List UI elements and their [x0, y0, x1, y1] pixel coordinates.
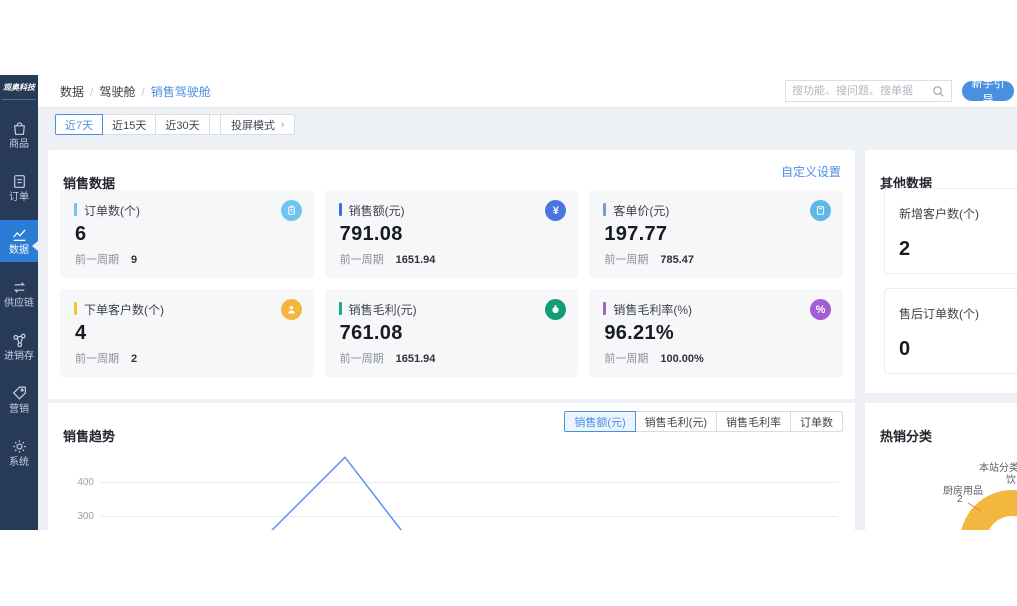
- stat-card-avg-order-value: 客单价(元) 197.77 前一周期 785.47: [589, 190, 843, 278]
- accent-bar: [338, 203, 342, 216]
- search-icon[interactable]: [932, 85, 945, 98]
- breadcrumb-separator: /: [90, 84, 94, 99]
- sidebar-item-marketing[interactable]: 营销: [0, 379, 38, 421]
- sidebar-item-orders[interactable]: 订单: [0, 167, 38, 209]
- sidebar-item-system[interactable]: 系统: [0, 432, 38, 474]
- trend-polyline: [271, 456, 402, 530]
- stat-card-aftersale-orders: 售后订单数(个) 0: [884, 288, 1017, 374]
- screen-cast-mode-button[interactable]: 投屏模式 ›: [220, 114, 296, 135]
- yen-icon: ¥: [545, 200, 567, 221]
- breadcrumb: 数据 / 驾驶舱 / 销售驾驶舱: [60, 75, 211, 108]
- sidebar-item-label: 系统: [9, 457, 29, 468]
- stat-card-new-customers: 新增客户数(个) 2: [884, 188, 1017, 274]
- sidebar: 观奥科技 商品 订单 数据 供应链 进销存 营销 系统: [0, 75, 38, 530]
- sidebar-item-label: 商品: [9, 139, 29, 150]
- newbie-guide-button[interactable]: 新手引导: [962, 78, 1014, 106]
- sidebar-item-supply-chain[interactable]: 供应链: [0, 273, 38, 315]
- goods-bag-icon: [11, 120, 28, 137]
- supply-chain-icon: [11, 279, 28, 296]
- accent-bar: [338, 302, 342, 315]
- tab-metric-sales-amount[interactable]: 销售额(元): [564, 411, 636, 432]
- date-range-toolbar: 近7天 近15天 近30天 自定义日期 投屏模式 ›: [38, 108, 1017, 150]
- percent-icon: %: [810, 299, 831, 320]
- clipboard-icon: [280, 200, 302, 221]
- system-gear-icon: [11, 438, 28, 455]
- accent-bar: [74, 302, 77, 315]
- hot-categories-panel: 热销分类 本站分类 饮 厨房用品 2: [865, 403, 1017, 530]
- sidebar-item-goods[interactable]: 商品: [0, 114, 38, 156]
- accent-bar: [603, 203, 607, 216]
- active-item-notch: [32, 241, 38, 251]
- sidebar-item-label: 供应链: [4, 298, 34, 309]
- search-input[interactable]: [786, 85, 932, 97]
- sales-data-title: 销售数据: [63, 175, 116, 191]
- breadcrumb-data[interactable]: 数据: [60, 83, 84, 100]
- sidebar-item-label: 订单: [9, 192, 29, 203]
- brand-logo: 观奥科技: [2, 75, 36, 100]
- sidebar-item-label: 数据: [9, 245, 29, 256]
- global-search: [785, 80, 952, 102]
- sales-data-panel: 销售数据 自定义设置 订单数(个) 6 前一周期 9 销售额(元) ¥ 791.…: [48, 150, 855, 399]
- other-data-panel: 其他数据 新增客户数(个) 2 售后订单数(个) 0: [865, 150, 1017, 393]
- screenshot-canvas: 观奥科技 商品 订单 数据 供应链 进销存 营销 系统 数据 / 驾驶舱 / 销…: [0, 0, 1017, 606]
- trend-line-chart: [271, 456, 402, 530]
- accent-bar: [74, 203, 77, 216]
- person-icon: [280, 299, 302, 320]
- pie-leader-lines: [967, 482, 1017, 512]
- custom-settings-link[interactable]: 自定义设置: [781, 163, 841, 180]
- tab-last-7-days[interactable]: 近7天: [55, 114, 104, 135]
- stat-card-sales-amount: 销售额(元) ¥ 791.08 前一周期 1651.94: [324, 190, 579, 278]
- sidebar-item-inventory[interactable]: 进销存: [0, 326, 38, 368]
- moneybag-icon: [545, 299, 567, 320]
- sidebar-item-label: 进销存: [4, 351, 34, 362]
- app-window: 观奥科技 商品 订单 数据 供应链 进销存 营销 系统 数据 / 驾驶舱 / 销…: [0, 75, 1017, 530]
- stat-card-gross-profit: 销售毛利(元) 761.08 前一周期 1651.94: [324, 289, 579, 377]
- order-doc-icon: [11, 173, 28, 190]
- breadcrumb-sales-cockpit[interactable]: 销售驾驶舱: [151, 83, 211, 100]
- stat-card-ordering-customers: 下单客户数(个) 4 前一周期 2: [60, 289, 314, 377]
- accent-bar: [603, 302, 607, 315]
- marketing-tag-icon: [11, 385, 28, 402]
- stat-card-grid: 订单数(个) 6 前一周期 9 销售额(元) ¥ 791.08 前一周期 165…: [60, 190, 843, 377]
- stat-card-order-count: 订单数(个) 6 前一周期 9: [60, 190, 314, 278]
- calculator-icon: [810, 200, 831, 221]
- tab-last-30-days[interactable]: 近30天: [155, 114, 210, 135]
- topbar: 数据 / 驾驶舱 / 销售驾驶舱 新手引导: [38, 75, 1017, 108]
- inventory-icon: [11, 332, 28, 349]
- stat-card-gross-margin: 销售毛利率(%) % 96.21% 前一周期 100.00%: [589, 289, 843, 377]
- chevron-right-icon: ›: [281, 119, 285, 130]
- tab-last-15-days[interactable]: 近15天: [102, 114, 157, 135]
- sidebar-nav: 商品 订单 数据 供应链 进销存 营销 系统: [0, 114, 38, 485]
- breadcrumb-cockpit[interactable]: 驾驶舱: [99, 83, 135, 100]
- breadcrumb-separator: /: [141, 84, 145, 99]
- data-chart-icon: [11, 226, 28, 243]
- sales-trend-panel: 销售趋势 销售额(元) 销售毛利(元) 销售毛利率 订单数 400 300: [48, 403, 855, 530]
- sidebar-item-label: 营销: [9, 404, 29, 415]
